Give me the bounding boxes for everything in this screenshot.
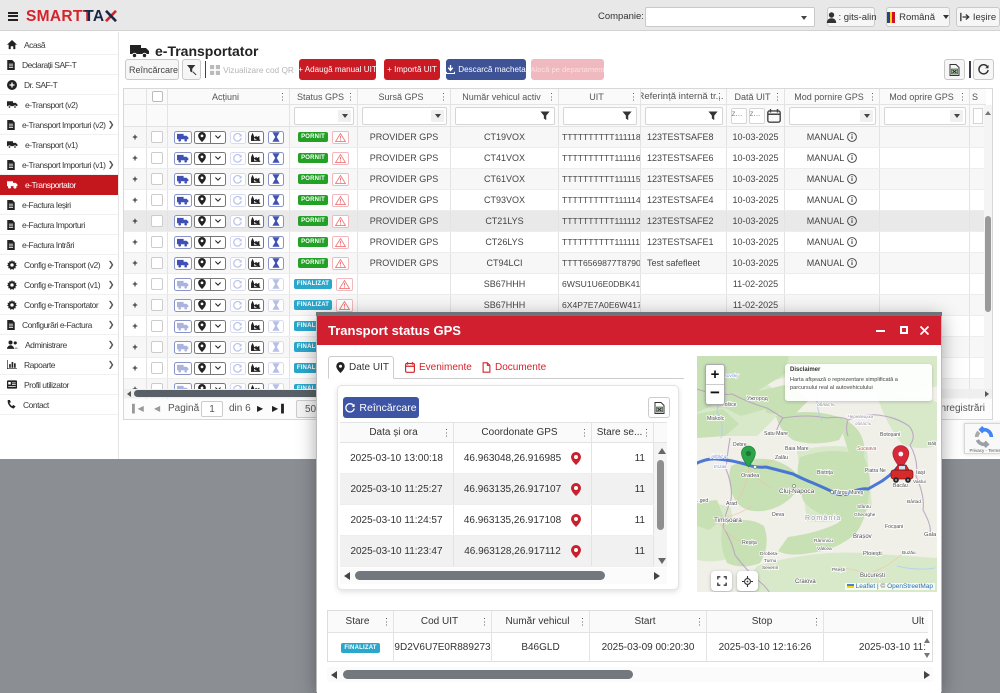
svg-text:Râmnicu: Râmnicu [814, 538, 833, 544]
svg-text:Miskolc: Miskolc [707, 416, 725, 422]
svg-text:Cluj-Napoca: Cluj-Napoca [779, 488, 815, 495]
svg-text:București: București [860, 573, 885, 579]
svg-text:Craiova: Craiova [795, 579, 816, 585]
svg-text:Oradea: Oradea [741, 473, 760, 479]
svg-text:Zalău: Zalău [775, 455, 788, 461]
svg-text:область: область [855, 421, 872, 426]
svg-text:Bistrița: Bistrița [817, 470, 833, 476]
svg-text:Brașov: Brașov [853, 534, 872, 540]
svg-text:Turnu: Turnu [764, 558, 777, 564]
svg-text:Alföld &: Alföld & [710, 454, 727, 459]
svg-text:Drobeta-: Drobeta- [760, 551, 779, 557]
svg-text:Ужгород: Ужгород [747, 396, 769, 402]
svg-text:Severin: Severin [762, 565, 779, 571]
svg-text:Baia Mare: Baia Mare [785, 446, 809, 452]
svg-text:Bârlad: Bârlad [907, 499, 921, 505]
svg-text:Botoșani: Botoșani [880, 432, 900, 438]
svg-text:Vaslui: Vaslui [913, 479, 926, 485]
svg-text:Timișoara: Timișoara [714, 517, 742, 524]
svg-text:Satu Mare: Satu Mare [764, 431, 788, 437]
svg-text:România: România [805, 515, 841, 522]
svg-text:Чернівецька: Чернівецька [848, 414, 874, 419]
svg-text:Arad: Arad [726, 501, 737, 507]
svg-text:Iași: Iași [916, 470, 925, 476]
svg-text:Piatra Ne: Piatra Ne [865, 468, 886, 474]
svg-text:Eszak: Eszak [714, 464, 727, 469]
svg-text:Vâlcea: Vâlcea [817, 546, 832, 552]
svg-text:Bălț: Bălț [928, 441, 937, 447]
svg-text:Pitești: Pitești [832, 567, 845, 573]
svg-text:Suceava: Suceava [857, 446, 877, 452]
svg-text:Deva: Deva [772, 512, 784, 518]
svg-text:Bacău: Bacău [893, 483, 908, 489]
svg-text:Gheorghe: Gheorghe [854, 512, 876, 518]
svg-text:..ged: ..ged [697, 498, 708, 504]
svg-text:Focșani: Focșani [885, 524, 903, 530]
svg-text:Buzău: Buzău [902, 550, 916, 556]
svg-text:область: область [817, 402, 835, 408]
svg-text:Târgu Mureș: Târgu Mureș [834, 490, 864, 496]
svg-text:Ploiești: Ploiești [863, 551, 882, 557]
svg-text:Gala: Gala [924, 532, 937, 538]
svg-text:Reșița: Reșița [742, 540, 757, 546]
svg-text:Sfântu: Sfântu [857, 504, 871, 510]
